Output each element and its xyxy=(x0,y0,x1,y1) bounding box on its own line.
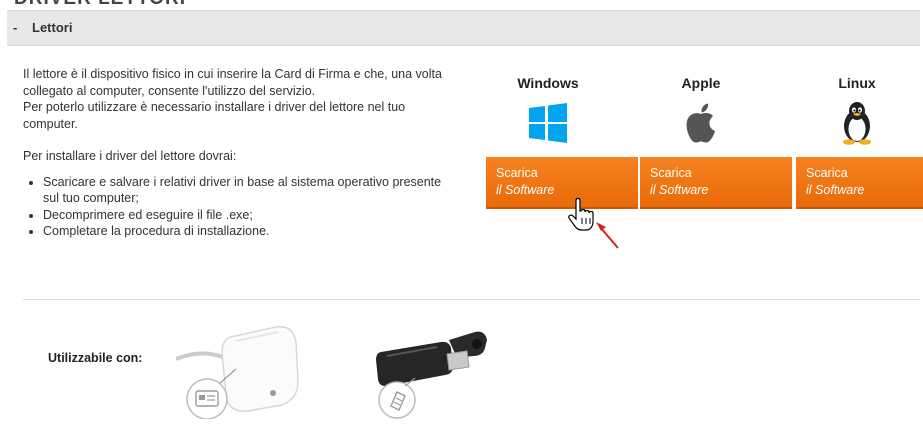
collapse-toggle[interactable]: - xyxy=(13,11,17,45)
windows-column: Windows Scarica il Software xyxy=(472,75,638,209)
apple-logo-icon xyxy=(625,95,777,151)
button-sublabel: il Software xyxy=(650,182,709,197)
intro-paragraph-2: Per poterlo utilizzare è necessario inst… xyxy=(23,100,406,131)
steps-list: Scaricare e salvare i relativi driver in… xyxy=(23,174,453,240)
button-label: Scarica xyxy=(650,166,692,180)
os-name-apple: Apple xyxy=(681,75,721,91)
lettori-panel-header[interactable]: - Lettori xyxy=(7,10,920,46)
usable-with-label: Utilizzabile con: xyxy=(48,351,143,365)
annotation-arrow-icon xyxy=(596,222,619,249)
steps-intro: Per installare i driver del lettore dovr… xyxy=(23,149,237,163)
os-name-windows: Windows xyxy=(517,75,579,91)
step-item: Completare la procedura di installazione… xyxy=(43,223,453,240)
os-name-linux: Linux xyxy=(838,75,876,91)
step-item: Decomprimere ed eseguire il file .exe; xyxy=(43,207,453,224)
usb-token-image xyxy=(376,331,487,419)
windows-logo-icon xyxy=(472,95,624,151)
apple-column: Apple Scarica il Software xyxy=(625,75,792,209)
linux-tux-icon xyxy=(781,95,923,151)
page-heading: DRIVER LETTORI xyxy=(14,0,186,10)
card-reader-image xyxy=(176,326,299,419)
download-apple-button[interactable]: Scarica il Software xyxy=(640,157,792,209)
instructions: Il lettore è il dispositivo fisico in cu… xyxy=(23,66,453,240)
linux-column: Linux Scarica il Software xyxy=(781,75,923,209)
intro-paragraph: Il lettore è il dispositivo fisico in cu… xyxy=(23,67,442,98)
button-label: Scarica xyxy=(806,166,848,180)
step-item: Scaricare e salvare i relativi driver in… xyxy=(43,174,453,207)
download-linux-button[interactable]: Scarica il Software xyxy=(796,157,923,209)
button-sublabel: il Software xyxy=(806,182,865,197)
section-divider xyxy=(23,299,920,300)
button-label: Scarica xyxy=(496,166,538,180)
panel-title: Lettori xyxy=(32,20,73,35)
